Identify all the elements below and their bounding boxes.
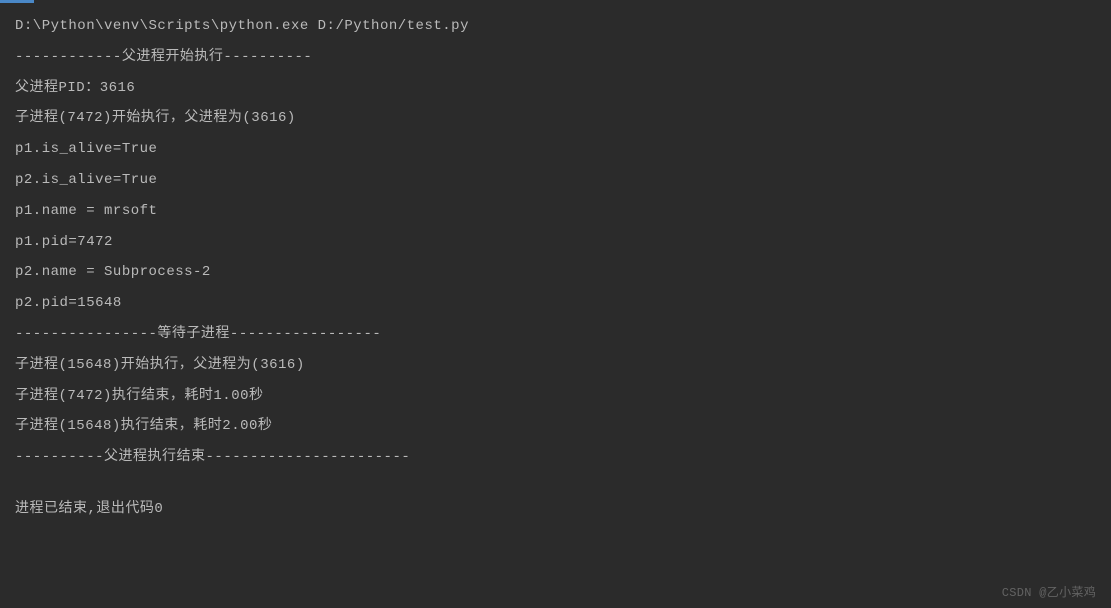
- output-line: ------------父进程开始执行----------: [15, 42, 1096, 73]
- output-line: p2.name = Subprocess-2: [15, 257, 1096, 288]
- output-line: ----------父进程执行结束-----------------------: [15, 442, 1096, 473]
- output-line: p2.pid=15648: [15, 288, 1096, 319]
- output-line: 父进程PID：3616: [15, 73, 1096, 104]
- output-line: p1.is_alive=True: [15, 134, 1096, 165]
- output-line: D:\Python\venv\Scripts\python.exe D:/Pyt…: [15, 11, 1096, 42]
- output-blank-line: [15, 473, 1096, 494]
- output-line: 子进程(15648)开始执行，父进程为(3616): [15, 350, 1096, 381]
- output-line: p1.pid=7472: [15, 227, 1096, 258]
- output-line: p2.is_alive=True: [15, 165, 1096, 196]
- output-line: p1.name = mrsoft: [15, 196, 1096, 227]
- window-top-bar: [0, 0, 1111, 3]
- output-line: 子进程(15648)执行结束，耗时2.00秒: [15, 411, 1096, 442]
- output-line: 子进程(7472)执行结束，耗时1.00秒: [15, 381, 1096, 412]
- output-line: ----------------等待子进程-----------------: [15, 319, 1096, 350]
- watermark: CSDN @乙小菜鸡: [1002, 583, 1096, 600]
- output-line: 子进程(7472)开始执行，父进程为(3616): [15, 103, 1096, 134]
- console-output: D:\Python\venv\Scripts\python.exe D:/Pyt…: [0, 3, 1111, 533]
- output-line: 进程已结束,退出代码0: [15, 494, 1096, 525]
